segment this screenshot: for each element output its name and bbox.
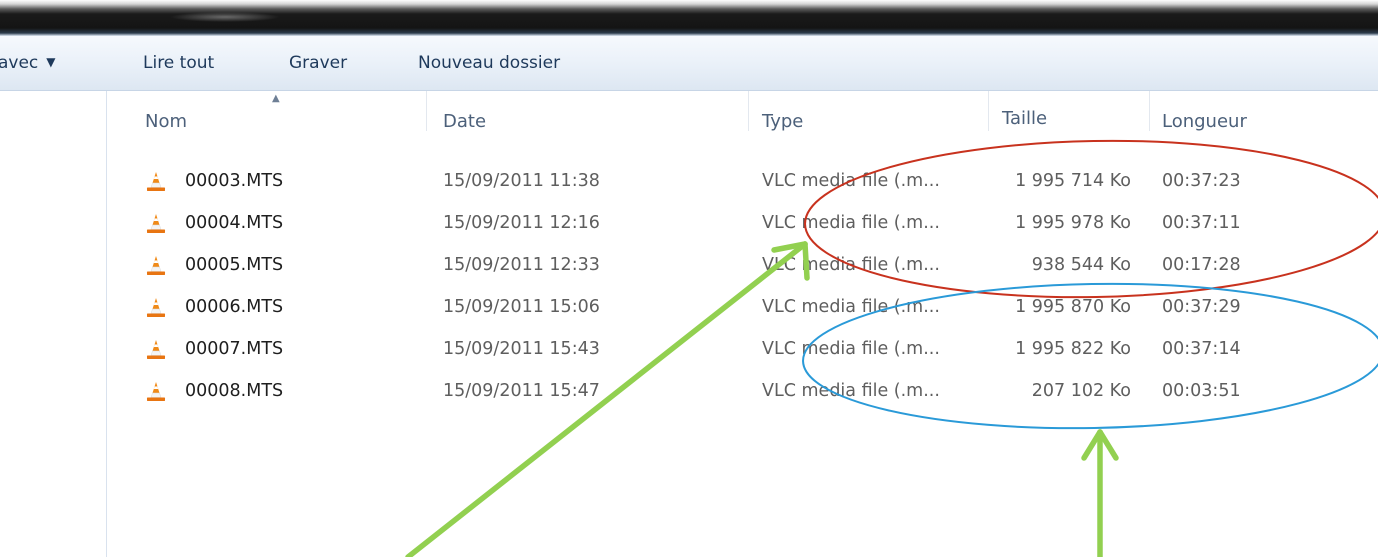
file-date: 15/09/2011 15:06 [443, 297, 600, 317]
file-type: VLC media file (.m... [762, 381, 940, 401]
file-row[interactable]: 00005.MTS 15/09/2011 12:33 VLC media file … [107, 244, 1378, 286]
burn-button[interactable]: Graver [289, 36, 347, 90]
file-size: 938 544 Ko [1031, 255, 1131, 275]
command-bar: avec ▼ Lire tout Graver Nouveau dossier [0, 36, 1378, 91]
file-name: 00005.MTS [185, 255, 284, 275]
column-header-row: Nom Date Type Taille Longueur [107, 91, 1378, 153]
file-length: 00:17:28 [1162, 255, 1241, 275]
play-all-button[interactable]: Lire tout [143, 36, 214, 90]
file-date: 15/09/2011 12:16 [443, 213, 600, 233]
file-row[interactable]: 00006.MTS 15/09/2011 15:06 VLC media file … [107, 286, 1378, 328]
file-length: 00:37:29 [1162, 297, 1241, 317]
file-name: 00008.MTS [185, 381, 284, 401]
column-divider[interactable] [1149, 91, 1150, 131]
file-date: 15/09/2011 11:38 [443, 171, 600, 191]
vlc-cone-icon [147, 256, 165, 275]
file-row[interactable]: 00007.MTS 15/09/2011 15:43 VLC media file … [107, 328, 1378, 370]
file-row[interactable]: 00008.MTS 15/09/2011 15:47 VLC media file … [107, 370, 1378, 412]
file-name: 00004.MTS [185, 213, 284, 233]
vlc-cone-icon [147, 298, 165, 317]
file-type: VLC media file (.m... [762, 339, 940, 359]
file-row[interactable]: 00003.MTS 15/09/2011 11:38 VLC media file … [107, 160, 1378, 202]
open-with-label: avec [0, 53, 39, 73]
column-divider[interactable] [988, 91, 989, 131]
column-header-type[interactable]: Type [762, 91, 803, 153]
file-name: 00007.MTS [185, 339, 284, 359]
file-size: 1 995 870 Ko [1015, 297, 1131, 317]
file-size: 1 995 714 Ko [1015, 171, 1131, 191]
vlc-cone-icon [147, 214, 165, 233]
file-date: 15/09/2011 15:43 [443, 339, 600, 359]
file-row[interactable]: 00004.MTS 15/09/2011 12:16 VLC media file … [107, 202, 1378, 244]
file-name: 00006.MTS [185, 297, 284, 317]
file-type: VLC media file (.m... [762, 213, 940, 233]
vlc-cone-icon [147, 382, 165, 401]
chevron-down-icon: ▼ [46, 55, 56, 69]
file-date: 15/09/2011 12:33 [443, 255, 600, 275]
file-length: 00:37:11 [1162, 213, 1241, 233]
column-header-date[interactable]: Date [443, 91, 486, 153]
new-folder-button[interactable]: Nouveau dossier [418, 36, 560, 90]
file-length: 00:37:14 [1162, 339, 1241, 359]
file-date: 15/09/2011 15:47 [443, 381, 600, 401]
file-type: VLC media file (.m... [762, 255, 940, 275]
column-divider[interactable] [426, 91, 427, 131]
column-divider[interactable] [748, 91, 749, 131]
column-header-name[interactable]: Nom [145, 91, 187, 153]
file-length: 00:03:51 [1162, 381, 1241, 401]
file-size: 1 995 978 Ko [1015, 213, 1131, 233]
column-header-size[interactable]: Taille [1002, 91, 1047, 153]
file-length: 00:37:23 [1162, 171, 1241, 191]
file-size: 1 995 822 Ko [1015, 339, 1131, 359]
title-bar-glare [170, 12, 280, 22]
file-name: 00003.MTS [185, 171, 284, 191]
column-header-length[interactable]: Longueur [1162, 91, 1247, 153]
sort-ascending-icon: ▲ [272, 93, 280, 104]
file-size: 207 102 Ko [1031, 381, 1131, 401]
file-type: VLC media file (.m... [762, 297, 940, 317]
green-arrow-right-annotation [1081, 429, 1119, 557]
file-type: VLC media file (.m... [762, 171, 940, 191]
window-title-bar [0, 0, 1378, 36]
navigation-pane[interactable] [0, 91, 107, 557]
open-with-button[interactable]: avec ▼ [0, 36, 56, 90]
vlc-cone-icon [147, 340, 165, 359]
vlc-cone-icon [147, 172, 165, 191]
